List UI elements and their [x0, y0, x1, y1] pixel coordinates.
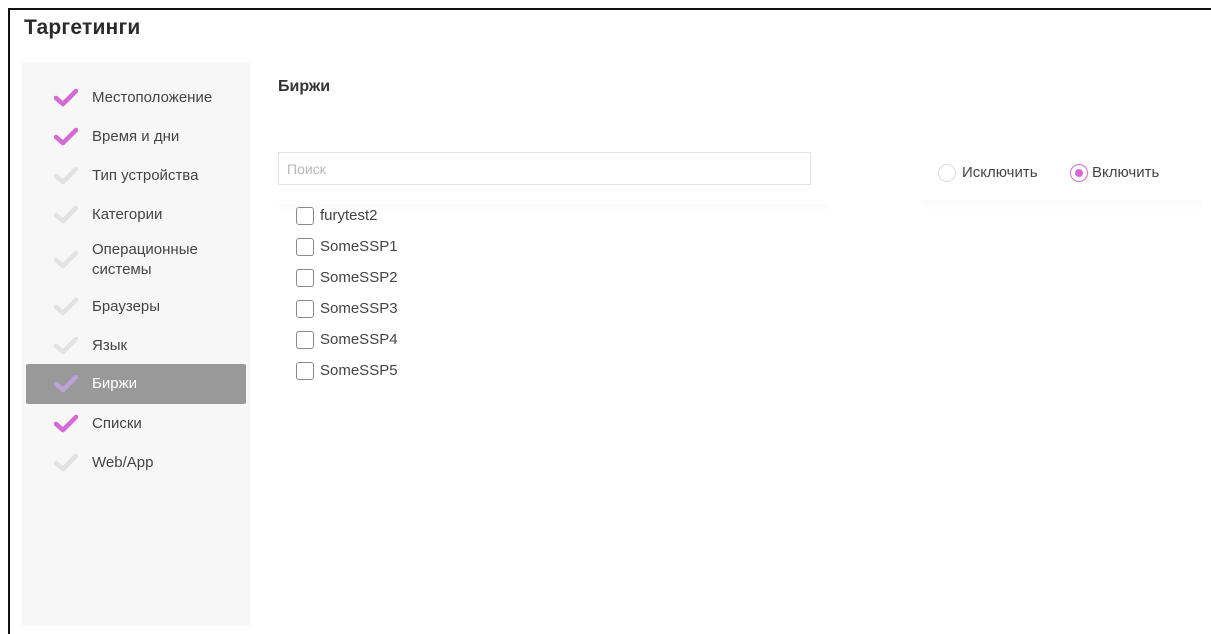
checkbox[interactable] — [296, 207, 314, 225]
include-radio[interactable] — [1070, 164, 1088, 182]
exclude-radio[interactable] — [938, 164, 956, 182]
sidebar-item-label: Время и дни — [92, 128, 180, 145]
sidebar-item-label: Браузеры — [92, 298, 161, 315]
sidebar-item-language[interactable]: Язык — [22, 336, 250, 356]
sidebar: Местоположение Время и дни Тип устройств… — [22, 62, 250, 626]
list-item-label: SomeSSP4 — [320, 331, 398, 348]
sidebar-item-time-and-days[interactable]: Время и дни — [22, 127, 250, 147]
sidebar-item-location[interactable]: Местоположение — [22, 88, 250, 108]
include-radio-option[interactable]: Включить — [1070, 164, 1180, 182]
checkbox[interactable] — [296, 238, 314, 256]
sidebar-item-label: Язык — [92, 337, 128, 354]
checkmark-icon — [53, 336, 79, 356]
checkmark-icon — [53, 453, 79, 473]
checkbox[interactable] — [296, 362, 314, 380]
sidebar-item-categories[interactable]: Категории — [22, 205, 250, 225]
list-item-label: furytest2 — [320, 207, 378, 224]
checkmark-icon — [53, 88, 79, 108]
section-title: Биржи — [278, 78, 331, 95]
checkmark-icon — [53, 374, 79, 394]
sidebar-item-label: Тип устройства — [92, 167, 199, 184]
list-item-label: SomeSSP3 — [320, 300, 398, 317]
checkmark-icon — [53, 127, 79, 147]
exclude-radio-option[interactable]: Исключить — [938, 164, 1050, 182]
checkmark-icon — [53, 250, 79, 270]
exclude-radio-label: Исключить — [962, 164, 1038, 181]
sidebar-item-web-app[interactable]: Web/App — [22, 453, 250, 473]
sidebar-item-device-type[interactable]: Тип устройства — [22, 166, 250, 186]
list-item-label: SomeSSP1 — [320, 238, 398, 255]
list-item-label: SomeSSP5 — [320, 362, 398, 379]
checkmark-icon — [53, 297, 79, 317]
checkmark-icon — [53, 205, 79, 225]
include-radio-label: Включить — [1092, 164, 1160, 181]
checkbox[interactable] — [296, 300, 314, 318]
sidebar-item-label: Списки — [92, 415, 142, 432]
sidebar-item-browsers[interactable]: Браузеры — [22, 297, 250, 317]
sidebar-item-label: Web/App — [92, 454, 154, 471]
checkmark-icon — [53, 414, 79, 434]
checkbox[interactable] — [296, 331, 314, 349]
sidebar-item-label: Местоположение — [92, 89, 213, 106]
sidebar-item-label: Категории — [92, 206, 163, 223]
sidebar-item-label: Операционные системы — [92, 241, 198, 278]
checkmark-icon — [53, 166, 79, 186]
search-input[interactable] — [278, 152, 811, 185]
sidebar-item-lists[interactable]: Списки — [22, 414, 250, 434]
sidebar-item-exchanges[interactable]: Биржи — [22, 364, 250, 404]
sidebar-item-label: Биржи — [92, 375, 137, 392]
options-panel-background — [922, 200, 1203, 626]
page-title: Таргетинги — [24, 16, 141, 39]
list-item-label: SomeSSP2 — [320, 269, 398, 286]
checkbox[interactable] — [296, 269, 314, 287]
sidebar-item-operating-systems[interactable]: Операционные системы — [22, 240, 250, 280]
